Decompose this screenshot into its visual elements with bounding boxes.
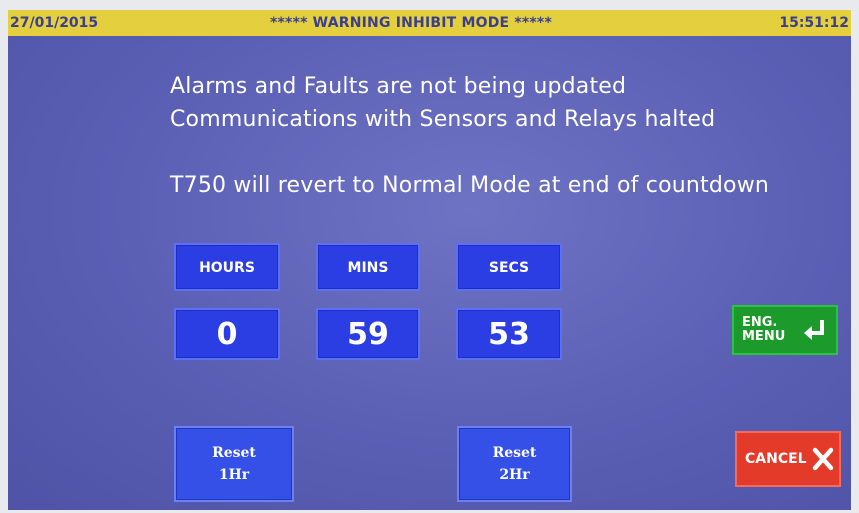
eng-menu-label: ENG. MENU	[742, 316, 785, 344]
enter-return-icon	[804, 320, 824, 340]
status-bar: 27/01/2015 ***** WARNING INHIBIT MODE **…	[8, 10, 851, 36]
mins-value: 59	[316, 308, 420, 360]
status-time: 15:51:12	[779, 15, 849, 31]
secs-value: 53	[456, 308, 562, 360]
eng-menu-label-line1: ENG.	[742, 315, 778, 330]
reset-1hr-button[interactable]: Reset 1Hr	[174, 426, 294, 502]
hmi-screen: 27/01/2015 ***** WARNING INHIBIT MODE **…	[8, 10, 851, 510]
reset-2hr-button[interactable]: Reset 2Hr	[457, 426, 572, 502]
message-alarms: Alarms and Faults are not being updated	[170, 74, 627, 99]
status-date: 27/01/2015	[10, 15, 99, 31]
close-x-icon	[812, 447, 834, 471]
cancel-button[interactable]: CANCEL	[735, 431, 841, 487]
reset-1hr-label-line2: 1Hr	[218, 467, 250, 483]
message-revert: T750 will revert to Normal Mode at end o…	[170, 173, 770, 198]
mins-label: MINS	[316, 243, 420, 291]
status-title: ***** WARNING INHIBIT MODE *****	[270, 15, 552, 31]
eng-menu-button[interactable]: ENG. MENU	[732, 305, 838, 355]
cancel-label: CANCEL	[745, 451, 807, 467]
reset-2hr-label-line1: Reset	[492, 445, 537, 461]
reset-1hr-label-line1: Reset	[212, 445, 256, 461]
message-communications: Communications with Sensors and Relays h…	[170, 107, 716, 132]
reset-2hr-label-line2: 2Hr	[499, 467, 530, 483]
hours-label: HOURS	[174, 243, 280, 291]
eng-menu-label-line2: MENU	[742, 329, 786, 344]
hours-value: 0	[174, 308, 280, 360]
secs-label: SECS	[456, 243, 562, 291]
